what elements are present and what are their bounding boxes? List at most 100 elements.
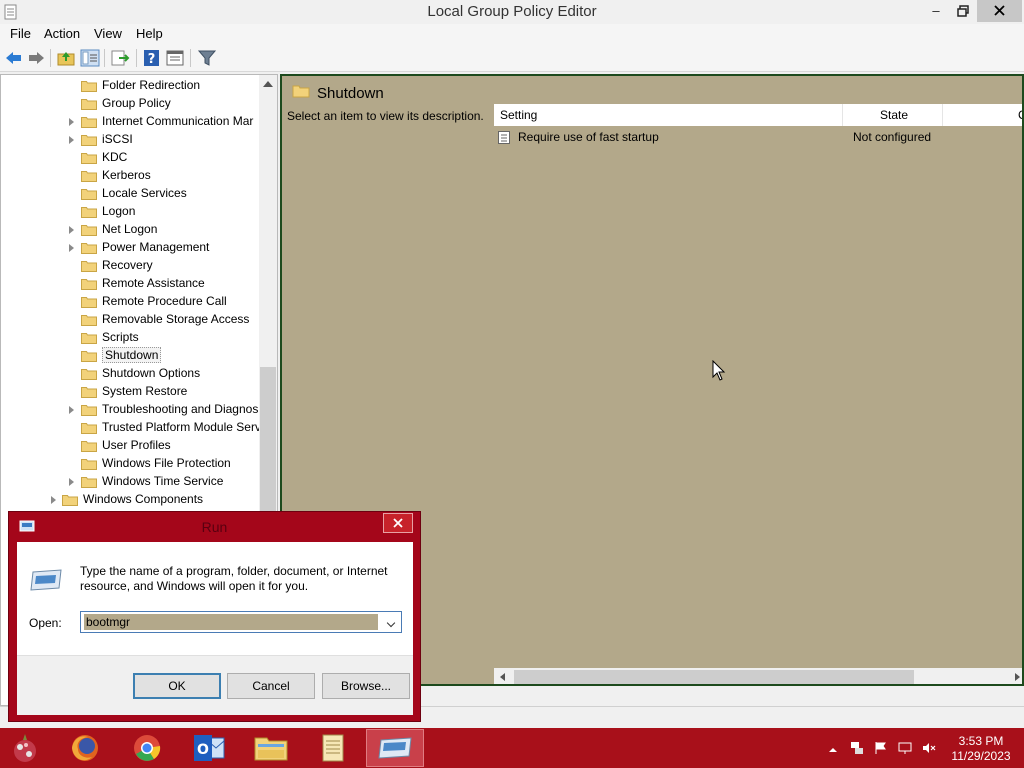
menu-action[interactable]: Action: [44, 26, 80, 41]
taskbar-run[interactable]: [366, 729, 424, 767]
tree-item[interactable]: Kerberos: [1, 167, 259, 185]
column-separator[interactable]: [942, 104, 943, 126]
tree-item[interactable]: Windows Components: [1, 491, 259, 509]
ok-button[interactable]: OK: [133, 673, 221, 699]
toolbar-separator: [104, 49, 105, 67]
close-icon: [393, 518, 403, 528]
tree-item[interactable]: Shutdown Options: [1, 365, 259, 383]
tree-item-label: Shutdown Options: [102, 366, 201, 380]
restore-icon: [957, 5, 969, 17]
scroll-left-arrow-icon[interactable]: [500, 673, 505, 681]
tree-item[interactable]: Shutdown: [1, 347, 259, 365]
taskbar-file-explorer[interactable]: [242, 729, 300, 767]
policy-setting-icon: [498, 131, 510, 144]
folder-icon: [81, 99, 97, 110]
content-horizontal-scrollbar[interactable]: [494, 668, 1022, 684]
tree-item[interactable]: Logon: [1, 203, 259, 221]
tree-item[interactable]: Net Logon: [1, 221, 259, 239]
taskbar-clock[interactable]: 3:53 PM 11/29/2023: [948, 734, 1014, 764]
tree-item[interactable]: Power Management: [1, 239, 259, 257]
folder-icon: [81, 171, 97, 182]
column-setting[interactable]: Setting: [500, 108, 537, 122]
tree-item[interactable]: Windows Time Service: [1, 473, 259, 491]
expand-arrow-icon[interactable]: [69, 136, 74, 144]
scroll-right-arrow-icon[interactable]: [1015, 673, 1020, 681]
export-list-icon[interactable]: [110, 49, 130, 67]
tree-item[interactable]: Internet Communication Mar: [1, 113, 259, 131]
expand-arrow-icon[interactable]: [51, 496, 56, 504]
menu-view[interactable]: View: [94, 26, 122, 41]
tree-item-label: Remote Assistance: [102, 276, 205, 290]
tree-item-label: Locale Services: [102, 186, 187, 200]
tree-item[interactable]: Remote Procedure Call: [1, 293, 259, 311]
tree-item-label: Net Logon: [102, 222, 158, 236]
browse-button[interactable]: Browse...: [322, 673, 410, 699]
show-hide-tree-icon[interactable]: [80, 49, 100, 67]
folder-title: Shutdown: [317, 85, 384, 102]
taskbar: O 3:53 PM 11/29/2023: [0, 728, 1024, 768]
folder-icon: [81, 315, 97, 326]
taskbar-firefox[interactable]: [56, 729, 114, 767]
folder-icon: [62, 495, 78, 506]
taskbar-notepad[interactable]: [304, 729, 362, 767]
minimize-button[interactable]: –: [922, 0, 950, 22]
show-hidden-icons-icon[interactable]: [826, 743, 840, 757]
tree-item[interactable]: Scripts: [1, 329, 259, 347]
folder-icon: [81, 81, 97, 92]
menu-help[interactable]: Help: [136, 26, 163, 41]
action-center-flag-icon[interactable]: [874, 741, 888, 755]
tree-item[interactable]: KDC: [1, 149, 259, 167]
tree-item[interactable]: iSCSI: [1, 131, 259, 149]
tree-item-label: Windows Components: [83, 492, 204, 506]
forward-icon[interactable]: [26, 49, 46, 67]
tree-item[interactable]: Troubleshooting and Diagnos: [1, 401, 259, 419]
folder-icon: [81, 117, 97, 128]
help-icon[interactable]: ?: [142, 49, 162, 67]
filter-icon[interactable]: [197, 49, 217, 67]
folder-icon: [81, 189, 97, 200]
chevron-down-icon[interactable]: [383, 612, 401, 632]
taskbar-outlook[interactable]: O: [180, 729, 238, 767]
expand-arrow-icon[interactable]: [69, 226, 74, 234]
properties-icon[interactable]: [165, 49, 185, 67]
expand-arrow-icon[interactable]: [69, 406, 74, 414]
folder-icon: [81, 387, 97, 398]
open-input[interactable]: bootmgr: [84, 614, 378, 630]
volume-muted-icon[interactable]: [922, 741, 936, 755]
toolbar-separator: [136, 49, 137, 67]
cancel-button[interactable]: Cancel: [227, 673, 315, 699]
tree-item[interactable]: Trusted Platform Module Serv: [1, 419, 261, 437]
menu-file[interactable]: File: [10, 26, 31, 41]
scroll-up-arrow-icon[interactable]: [263, 81, 273, 87]
tree-item[interactable]: System Restore: [1, 383, 259, 401]
back-icon[interactable]: [4, 49, 24, 67]
up-folder-icon[interactable]: [56, 49, 76, 67]
tree-item[interactable]: Group Policy: [1, 95, 259, 113]
run-dialog-close-button[interactable]: [383, 513, 413, 533]
tree-item[interactable]: Locale Services: [1, 185, 259, 203]
tree-item-label: User Profiles: [102, 438, 171, 452]
scrollbar-thumb[interactable]: [514, 670, 914, 684]
close-button[interactable]: [977, 0, 1022, 22]
tree-item[interactable]: Recovery: [1, 257, 259, 275]
description-text: Select an item to view its description.: [287, 109, 484, 123]
expand-arrow-icon[interactable]: [69, 244, 74, 252]
column-state[interactable]: State: [880, 108, 908, 122]
tree-item[interactable]: Removable Storage Access: [1, 311, 259, 329]
column-comment[interactable]: C: [1018, 108, 1022, 122]
taskbar-chrome[interactable]: [118, 729, 176, 767]
restore-button[interactable]: [950, 0, 976, 22]
tree-item[interactable]: Folder Redirection: [1, 77, 259, 95]
tree-item[interactable]: User Profiles: [1, 437, 259, 455]
tree-item[interactable]: Windows File Protection: [1, 455, 259, 473]
column-separator[interactable]: [842, 104, 843, 126]
expand-arrow-icon[interactable]: [69, 118, 74, 126]
start-button-icon[interactable]: [8, 732, 42, 766]
open-combobox[interactable]: bootmgr: [80, 611, 402, 633]
setting-name[interactable]: Require use of fast startup: [518, 130, 659, 144]
svg-text:?: ?: [148, 52, 156, 67]
tree-item[interactable]: Remote Assistance: [1, 275, 259, 293]
network-tray-icon[interactable]: [850, 741, 864, 755]
expand-arrow-icon[interactable]: [69, 478, 74, 486]
network-status-icon[interactable]: [898, 741, 912, 755]
